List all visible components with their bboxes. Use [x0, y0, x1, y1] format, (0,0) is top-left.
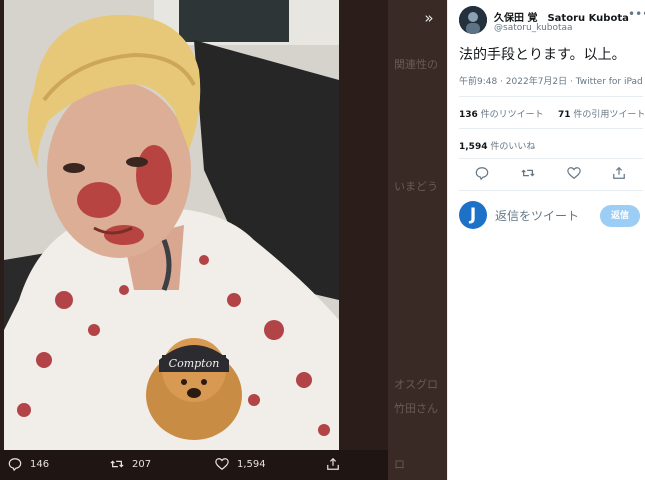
retweets-count: 136: [459, 110, 478, 120]
author-handle[interactable]: @satoru_kubotaa: [494, 23, 573, 33]
media-share-action[interactable]: [326, 457, 348, 471]
heart-icon[interactable]: [567, 166, 581, 180]
reply-button[interactable]: 返信: [600, 205, 640, 227]
likes-label: 件のいいね: [487, 142, 536, 152]
retweet-count: 207: [132, 458, 152, 470]
divider: [459, 158, 643, 159]
more-icon: •••: [628, 7, 645, 21]
backdrop-line: 関連性の: [394, 58, 438, 71]
tweet-meta: 午前9:48 · 2022年7月2日 · Twitter for iPad: [459, 77, 643, 87]
media-like-action[interactable]: 1,594: [215, 457, 266, 471]
retweets-label: 件のリツイート: [477, 110, 544, 120]
media-viewer: 関連性の いまどう オスグロ 竹田さん ロ Compton » 146 207 …: [0, 0, 447, 480]
media-retweet-action[interactable]: 207: [110, 457, 151, 471]
backdrop-line: いまどう: [394, 180, 438, 193]
author-avatar[interactable]: [459, 6, 487, 34]
backdrop-line: オスグロ: [394, 378, 438, 391]
share-icon: [327, 457, 339, 470]
retweets-stat[interactable]: 136 件のリツイート: [459, 110, 544, 120]
reply-count: 146: [30, 458, 50, 470]
svg-text:Compton: Compton: [169, 357, 220, 370]
expand-panel-button[interactable]: »: [416, 8, 442, 28]
reply-icon[interactable]: [475, 166, 489, 180]
divider: [459, 96, 643, 97]
chevron-double-right-icon: »: [424, 9, 434, 27]
tweet-stats: 136 件のリツイート 71 件の引用ツイート: [459, 107, 645, 120]
backdrop-timeline: 関連性の いまどう オスグロ 竹田さん ロ: [388, 0, 447, 480]
quotes-count: 71: [557, 110, 571, 120]
divider: [459, 128, 643, 129]
reply-input[interactable]: 返信をツイート: [495, 207, 579, 224]
backdrop-line: ロ: [394, 458, 405, 471]
retweet-icon: [110, 460, 124, 468]
tweet-text: 法的手段とります。以上。: [459, 47, 626, 63]
more-options-button[interactable]: •••: [628, 7, 645, 21]
tweet-panel: 久保田 覚 Satoru Kubota @satoru_kubotaa ••• …: [447, 0, 645, 480]
media-action-bar: 146 207 1,594: [0, 450, 388, 480]
retweet-icon[interactable]: [521, 166, 535, 180]
reply-user-avatar: J: [459, 201, 487, 229]
tweet-photo[interactable]: Compton: [4, 0, 339, 450]
like-count: 1,594: [237, 458, 266, 470]
quotes-label: 件の引用ツイート: [570, 110, 645, 120]
avatar-image: [459, 6, 487, 34]
photo-illustration: Compton: [4, 0, 339, 450]
author-display-name[interactable]: 久保田 覚 Satoru Kubota: [494, 9, 629, 24]
tweet-action-row: [459, 166, 643, 182]
backdrop-line: 竹田さん: [394, 402, 438, 415]
likes-count: 1,594: [459, 142, 488, 152]
reply-icon: [8, 458, 22, 471]
heart-icon: [215, 458, 229, 471]
share-icon[interactable]: [612, 166, 626, 180]
likes-stat[interactable]: 1,594 件のいいね: [459, 139, 535, 152]
divider: [459, 190, 643, 191]
media-reply-action[interactable]: 146: [8, 457, 49, 471]
quotes-stat[interactable]: 71 件の引用ツイート: [558, 110, 645, 120]
